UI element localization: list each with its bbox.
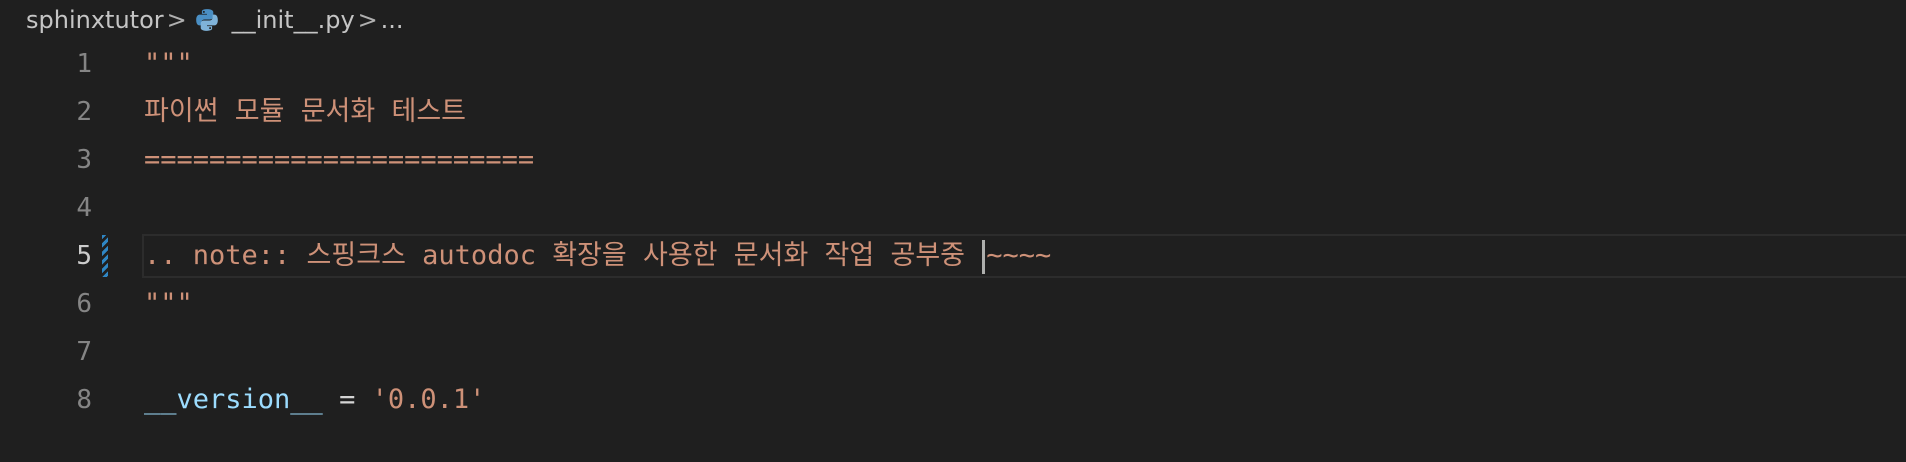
python-file-icon xyxy=(195,9,218,31)
breadcrumb-file[interactable]: __init__.py xyxy=(232,6,355,34)
line-text-after-cursor: ~~~~ xyxy=(986,240,1052,271)
breadcrumb-symbols[interactable]: ... xyxy=(381,6,404,34)
version-variable: __version__ xyxy=(144,384,323,415)
code-line[interactable]: 3 ======================== xyxy=(0,136,1906,184)
line-text[interactable]: """ xyxy=(144,280,193,328)
line-number: 2 xyxy=(76,97,92,127)
line-text[interactable]: ======================== xyxy=(144,136,534,184)
line-number: 8 xyxy=(76,385,92,415)
version-string: '0.0.1' xyxy=(371,384,486,415)
line-number: 7 xyxy=(76,337,92,367)
assignment-operator: = xyxy=(322,384,372,415)
code-line[interactable]: 6 """ xyxy=(0,280,1906,328)
line-text[interactable]: .. note:: 스핑크스 autodoc 확장을 사용한 문서화 작업 공부… xyxy=(144,232,1051,280)
breadcrumb-folder[interactable]: sphinxtutor xyxy=(26,6,164,34)
code-editor[interactable]: 1 """ 2 파이썬 모듈 문서화 테스트 3 ===============… xyxy=(0,40,1906,462)
line-text[interactable]: 파이썬 모듈 문서화 테스트 xyxy=(144,88,466,136)
line-number: 3 xyxy=(76,145,92,175)
line-text-before-cursor: .. note:: 스핑크스 autodoc 확장을 사용한 문서화 작업 공부… xyxy=(144,240,982,271)
line-text[interactable]: __version__ = '0.0.1' xyxy=(144,376,485,424)
code-line[interactable]: 4 xyxy=(0,184,1906,232)
text-cursor xyxy=(982,239,986,274)
code-line[interactable]: 2 파이썬 모듈 문서화 테스트 xyxy=(0,88,1906,136)
code-line[interactable]: 8 __version__ = '0.0.1' xyxy=(0,376,1906,424)
code-line[interactable]: 7 xyxy=(0,328,1906,376)
chevron-right-icon: > xyxy=(357,6,378,34)
line-number: 1 xyxy=(76,49,92,79)
line-number: 4 xyxy=(76,193,92,223)
line-number: 6 xyxy=(76,289,92,319)
modified-line-indicator[interactable] xyxy=(102,235,108,277)
breadcrumb: sphinxtutor > __init__.py > ... xyxy=(26,0,404,40)
line-number-active: 5 xyxy=(76,241,92,271)
code-line-active[interactable]: 5 .. note:: 스핑크스 autodoc 확장을 사용한 문서화 작업 … xyxy=(0,232,1906,280)
chevron-right-icon: > xyxy=(166,6,187,34)
code-line[interactable]: 1 """ xyxy=(0,40,1906,88)
line-text[interactable]: """ xyxy=(144,40,193,88)
